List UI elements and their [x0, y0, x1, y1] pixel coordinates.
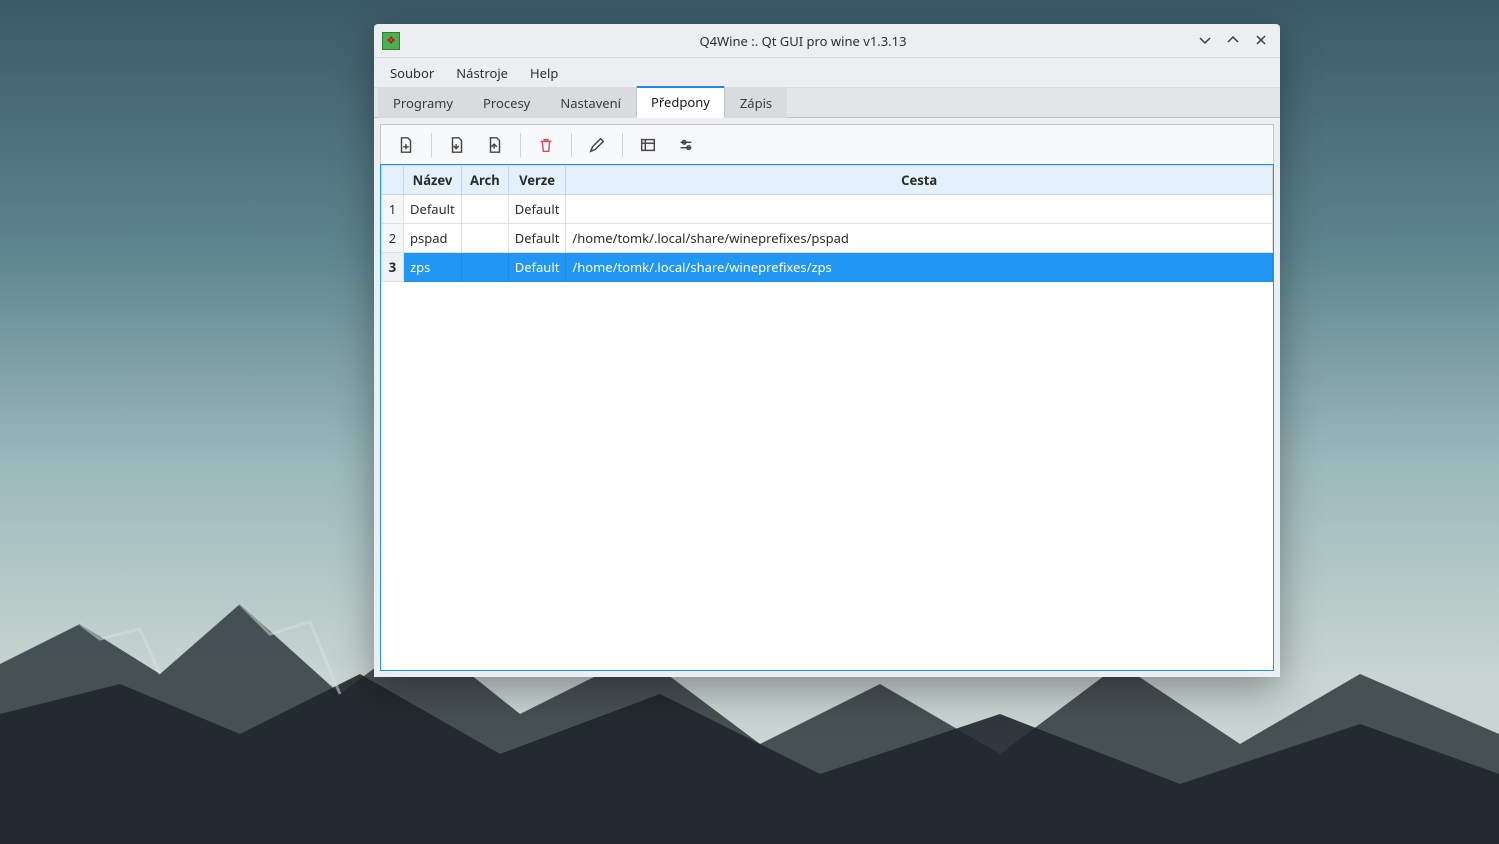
cell-name[interactable]: pspad: [404, 224, 462, 253]
row-number: 1: [382, 195, 404, 224]
table-row[interactable]: 3zps Default/home/tomk/.local/share/winep…: [382, 253, 1273, 282]
import-prefix-button[interactable]: [440, 130, 474, 160]
menu-help[interactable]: Help: [520, 60, 568, 86]
column-header-name[interactable]: Název: [404, 166, 462, 195]
tab-log[interactable]: Zápis: [725, 87, 787, 118]
content-pane: Název Arch Verze Cesta 1DefaultDefault2p…: [374, 118, 1280, 677]
row-number: 3: [382, 253, 404, 282]
new-prefix-button[interactable]: [389, 130, 423, 160]
tab-prefixes[interactable]: Předpony: [636, 86, 725, 118]
maximize-button[interactable]: [1226, 30, 1240, 52]
delete-prefix-button[interactable]: [529, 130, 563, 160]
titlebar[interactable]: ❖ Q4Wine :. Qt GUI pro wine v1.3.13: [374, 24, 1280, 58]
cell-name[interactable]: Default: [404, 195, 462, 224]
toolbar-separator: [571, 133, 572, 157]
toolbar-separator: [622, 133, 623, 157]
cell-ver[interactable]: Default: [508, 224, 566, 253]
toolbar-separator: [431, 133, 432, 157]
table-empty-area: [381, 282, 1273, 662]
cell-ver[interactable]: Default: [508, 195, 566, 224]
cell-path[interactable]: /home/tomk/.local/share/wineprefixes/psp…: [566, 224, 1273, 253]
app-icon: ❖: [382, 32, 400, 50]
column-header-path[interactable]: Cesta: [566, 166, 1273, 195]
show-details-button[interactable]: [631, 130, 665, 160]
cell-name[interactable]: zps: [404, 253, 462, 282]
table-header-row[interactable]: Název Arch Verze Cesta: [382, 166, 1273, 195]
close-button[interactable]: [1254, 30, 1268, 52]
column-header-arch[interactable]: Arch: [462, 166, 509, 195]
cell-arch[interactable]: [462, 224, 509, 253]
cell-path[interactable]: [566, 195, 1273, 224]
tab-programs[interactable]: Programy: [378, 87, 468, 118]
toolbar-separator: [520, 133, 521, 157]
menubar: Soubor Nástroje Help: [374, 58, 1280, 88]
configure-button[interactable]: [669, 130, 703, 160]
row-number: 2: [382, 224, 404, 253]
cell-arch[interactable]: [462, 253, 509, 282]
app-window: ❖ Q4Wine :. Qt GUI pro wine v1.3.13 Soub…: [374, 24, 1280, 677]
minimize-button[interactable]: [1198, 30, 1212, 52]
column-header-version[interactable]: Verze: [508, 166, 566, 195]
cell-path[interactable]: /home/tomk/.local/share/wineprefixes/zps: [566, 253, 1273, 282]
prefixes-table[interactable]: Název Arch Verze Cesta 1DefaultDefault2p…: [380, 164, 1274, 671]
window-title: Q4Wine :. Qt GUI pro wine v1.3.13: [408, 32, 1198, 50]
edit-prefix-button[interactable]: [580, 130, 614, 160]
table-row[interactable]: 2pspad Default/home/tomk/.local/share/win…: [382, 224, 1273, 253]
table-row[interactable]: 1DefaultDefault: [382, 195, 1273, 224]
tabbar: Programy Procesy Nastavení Předpony Zápi…: [374, 88, 1280, 118]
tab-settings[interactable]: Nastavení: [545, 87, 636, 118]
menu-tools[interactable]: Nástroje: [446, 60, 518, 86]
row-number-header: [382, 166, 404, 195]
cell-arch[interactable]: [462, 195, 509, 224]
toolbar: [380, 124, 1274, 164]
menu-file[interactable]: Soubor: [380, 60, 444, 86]
tab-processes[interactable]: Procesy: [468, 87, 545, 118]
export-prefix-button[interactable]: [478, 130, 512, 160]
cell-ver[interactable]: Default: [508, 253, 566, 282]
